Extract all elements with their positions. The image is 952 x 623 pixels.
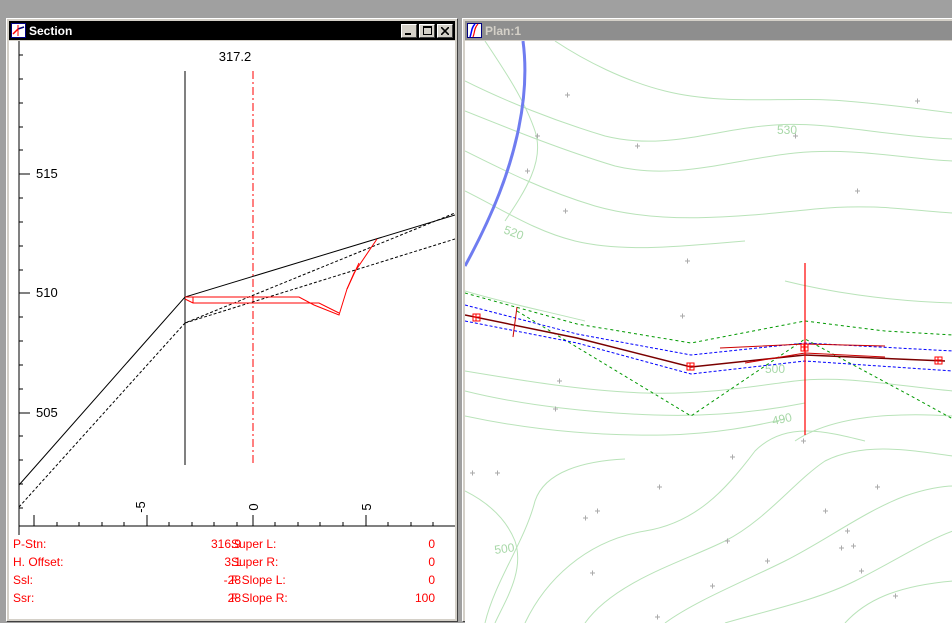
contour-label-490: 490 [771,410,794,428]
elevation-label-510: 510 [36,285,58,300]
minimize-icon [405,32,411,35]
offset-label-0: 0 [246,503,261,510]
offset-ticks [33,515,434,526]
info-value: 0 [428,537,435,551]
elevation-ticks [19,54,30,509]
maximize-button[interactable] [419,23,435,38]
ground-offset-line-right [184,238,455,324]
ground-offset-line [18,212,455,508]
ground-profile-line [18,214,455,486]
info-label: Ssl: [13,573,34,587]
elevation-label-505: 505 [36,405,58,420]
info-label: P-Stn: [13,537,47,551]
station-marker-label: 317.2 [219,49,252,64]
survey-points [470,92,920,620]
design-template [184,238,378,316]
plan-title-bar[interactable]: Plan:1 [465,21,952,40]
info-value: 100 [414,591,435,605]
pi-markers [472,313,943,371]
offset-lines [465,304,952,375]
info-label: F Slope R: [231,591,288,605]
plan-map: 530 520 500 490 500 [465,41,952,623]
contour-lines [465,41,952,623]
close-icon [441,26,449,35]
info-row: Ssl: -28 F Slope L: 0 [9,573,455,589]
station-tick [512,306,518,338]
alignment-line [465,314,946,368]
info-row: H. Offset: 3.1 Super R: 0 [9,555,455,571]
elevation-label-515: 515 [36,166,58,181]
info-label: Ssr: [13,591,35,605]
daylight-lines [465,292,952,420]
info-value: 0 [428,555,435,569]
info-row: P-Stn: 316.9 Super L: 0 [9,537,455,553]
info-row: Ssr: 28 F Slope R: 100 [9,591,455,607]
plan-window[interactable]: Plan:1 530 520 500 490 500 [462,18,952,623]
minimize-button[interactable] [401,23,417,38]
section-window[interactable]: Section 317.2 515 510 505 -5 0 5 P-Stn: … [6,18,458,622]
offset-label-minus5: -5 [133,501,148,513]
contour-label-520: 520 [502,223,526,243]
contour-label-530: 530 [777,123,797,137]
offset-label-5: 5 [359,503,374,510]
section-app-icon [11,23,26,38]
section-info-panel: P-Stn: 316.9 Super L: 0 H. Offset: 3.1 S… [9,535,455,619]
info-label: Super L: [231,537,277,551]
info-label: H. Offset: [13,555,64,569]
section-plot: 317.2 515 510 505 -5 0 5 [18,41,455,535]
contour-label-500-left: 500 [493,540,515,557]
section-title-bar[interactable]: Section [9,21,455,40]
info-value: 0 [428,573,435,587]
close-button[interactable] [437,23,453,38]
maximize-icon [422,26,432,35]
info-label: F Slope L: [231,573,286,587]
info-label: Super R: [231,555,279,569]
section-title: Section [29,23,73,38]
plan-app-icon [467,23,482,38]
section-canvas[interactable]: 317.2 515 510 505 -5 0 5 [9,41,455,535]
plan-title: Plan:1 [485,23,522,38]
plan-canvas[interactable]: 530 520 500 490 500 [465,41,952,623]
